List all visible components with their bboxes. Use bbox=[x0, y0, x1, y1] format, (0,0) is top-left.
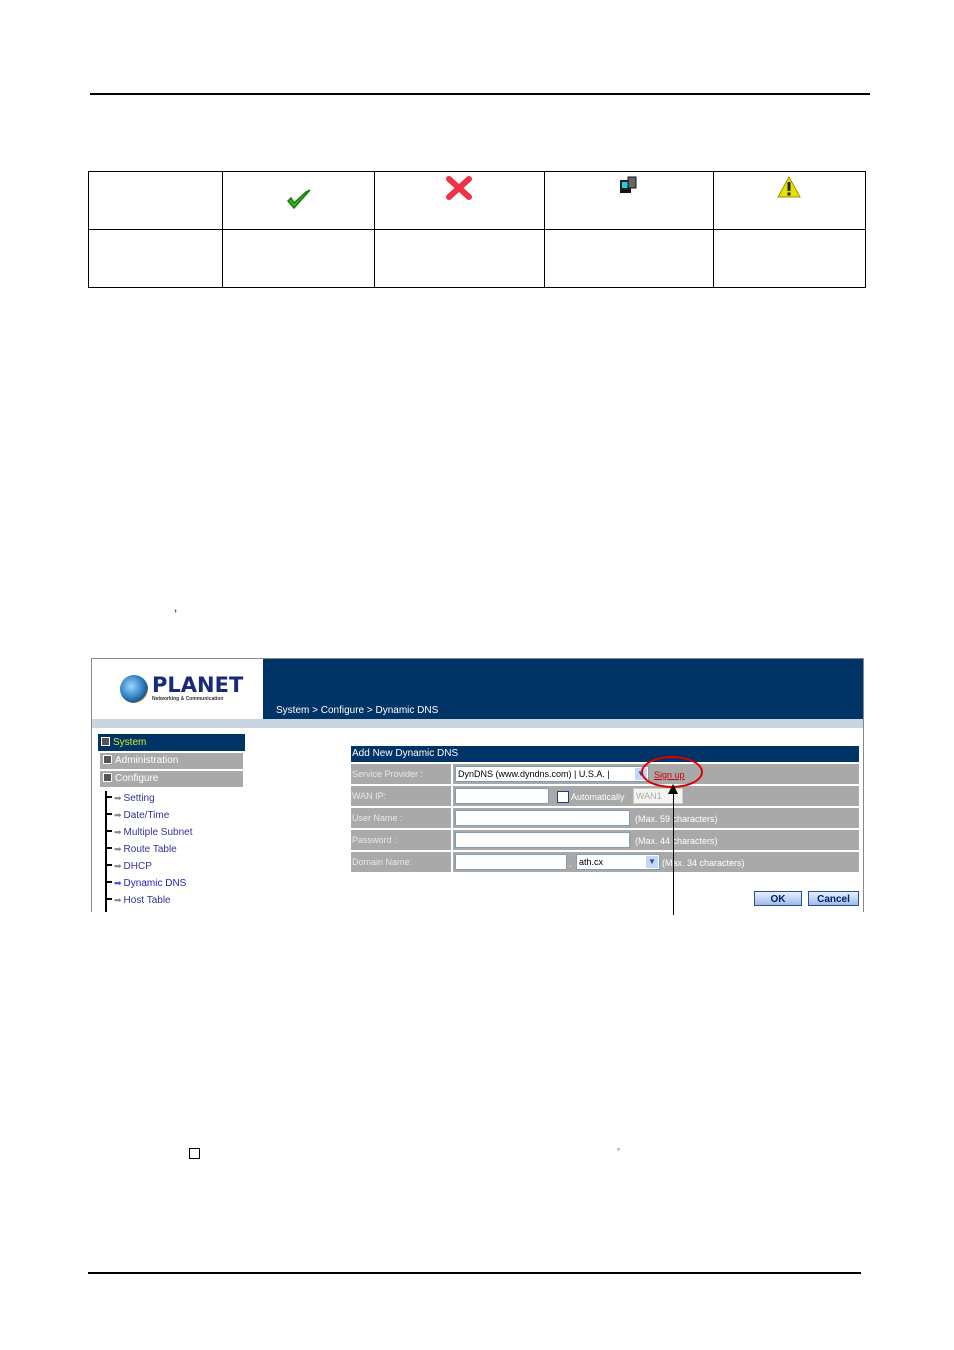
user-name-label: User Name : bbox=[351, 808, 453, 828]
warning-icon bbox=[777, 175, 802, 203]
table-cell bbox=[222, 229, 376, 288]
degree-mark: ° bbox=[617, 1147, 621, 1156]
automatically-label: Automatically bbox=[571, 792, 625, 802]
password-hint: (Max. 44 characters) bbox=[635, 836, 718, 846]
user-name-input[interactable] bbox=[455, 810, 630, 826]
domain-suffix-select[interactable]: ath.cx ▼ bbox=[576, 854, 660, 870]
planet-logo: PLANET Networking & Communication bbox=[92, 659, 263, 719]
red-x-icon bbox=[446, 176, 473, 205]
header-rule bbox=[90, 93, 870, 95]
table-cell bbox=[87, 229, 224, 288]
table-cell bbox=[222, 171, 376, 230]
service-provider-label: Service Provider : bbox=[351, 764, 453, 784]
form-title: Add New Dynamic DNS bbox=[351, 746, 859, 762]
password-row: Password : (Max. 44 characters) bbox=[351, 830, 859, 850]
password-label: Password : bbox=[351, 830, 453, 850]
stray-comma: , bbox=[174, 600, 178, 614]
table-row bbox=[87, 171, 867, 230]
collapse-icon bbox=[103, 773, 112, 782]
user-name-row: User Name : (Max. 59 characters) bbox=[351, 808, 859, 828]
table-cell bbox=[712, 171, 867, 230]
table-cell bbox=[374, 171, 545, 230]
computer-icon bbox=[619, 176, 639, 199]
sidebar-item-configure[interactable]: Configure bbox=[100, 771, 243, 787]
table-cell bbox=[87, 171, 224, 230]
wan-ip-label: WAN IP: bbox=[351, 786, 453, 806]
cancel-button[interactable]: Cancel bbox=[808, 891, 859, 906]
arrow-right-icon: ➡ bbox=[114, 895, 122, 905]
domain-name-input[interactable] bbox=[455, 854, 567, 870]
domain-name-row: Domain Name: . ath.cx ▼ (Max. 34 characte… bbox=[351, 852, 859, 872]
router-ui-screenshot: PLANET Networking & Communication System… bbox=[91, 658, 864, 912]
sidebar-item-administration[interactable]: Administration bbox=[100, 753, 243, 769]
sidebar-item-multiple-subnet[interactable]: ➡ Multiple Subnet bbox=[107, 824, 192, 840]
app-header: PLANET Networking & Communication System… bbox=[92, 659, 863, 719]
logo-tagline: Networking & Communication bbox=[152, 696, 224, 702]
collapse-icon bbox=[101, 737, 110, 746]
user-name-hint: (Max. 59 characters) bbox=[635, 814, 718, 824]
sidebar-item-system[interactable]: System bbox=[98, 734, 245, 751]
arrow-right-icon: ➡ bbox=[114, 810, 122, 820]
arrow-right-icon: ➡ bbox=[114, 793, 122, 803]
ok-button[interactable]: OK bbox=[754, 891, 802, 906]
domain-name-label: Domain Name: bbox=[351, 852, 453, 872]
globe-icon bbox=[120, 675, 148, 703]
table-cell bbox=[712, 229, 867, 288]
domain-name-hint: (Max. 34 characters) bbox=[662, 858, 745, 868]
service-provider-row: Service Provider : DynDNS (www.dyndns.co… bbox=[351, 764, 859, 784]
breadcrumb: System > Configure > Dynamic DNS bbox=[276, 705, 439, 716]
sidebar-item-label: Administration bbox=[115, 755, 179, 766]
table-cell bbox=[374, 229, 545, 288]
expand-icon bbox=[103, 755, 112, 764]
arrow-right-icon: ➡ bbox=[114, 827, 122, 837]
header-subbar bbox=[92, 719, 863, 728]
chevron-down-icon: ▼ bbox=[646, 856, 658, 868]
table-cell bbox=[543, 171, 714, 230]
automatically-checkbox[interactable] bbox=[557, 791, 569, 803]
sidebar-item-dynamic-dns[interactable]: ➡ Dynamic DNS bbox=[107, 875, 186, 891]
table-cell bbox=[543, 229, 714, 288]
sidebar-item-route-table[interactable]: ➡ Route Table bbox=[107, 841, 177, 857]
arrow-right-icon: ➡ bbox=[114, 844, 122, 854]
wan-ip-input[interactable] bbox=[455, 788, 549, 804]
password-input[interactable] bbox=[455, 832, 630, 848]
sidebar-item-setting[interactable]: ➡ Setting bbox=[107, 790, 155, 806]
logo-name: PLANET bbox=[152, 673, 244, 697]
domain-separator: . bbox=[569, 859, 572, 869]
table-row bbox=[87, 229, 867, 288]
sidebar-item-label: Configure bbox=[115, 773, 159, 784]
wan-ip-row: WAN IP: Automatically WAN1 bbox=[351, 786, 859, 806]
sidebar-item-date-time[interactable]: ➡ Date/Time bbox=[107, 807, 169, 823]
arrow-right-icon: ➡ bbox=[114, 878, 122, 888]
sidebar-item-host-table[interactable]: ➡ Host Table bbox=[107, 892, 171, 908]
header-band: System > Configure > Dynamic DNS bbox=[263, 659, 863, 719]
sidebar-item-label: System bbox=[113, 737, 147, 748]
footer-rule bbox=[88, 1272, 861, 1274]
service-provider-select[interactable]: DynDNS (www.dyndns.com) | U.S.A. | ▼ bbox=[455, 766, 649, 782]
icon-legend-table bbox=[87, 171, 867, 288]
sidebar-item-dhcp[interactable]: ➡ DHCP bbox=[107, 858, 152, 874]
callout-arrow-line bbox=[673, 793, 674, 915]
arrow-right-icon: ➡ bbox=[114, 861, 122, 871]
checkbox-glyph bbox=[189, 1148, 200, 1159]
green-check-icon bbox=[286, 188, 312, 217]
